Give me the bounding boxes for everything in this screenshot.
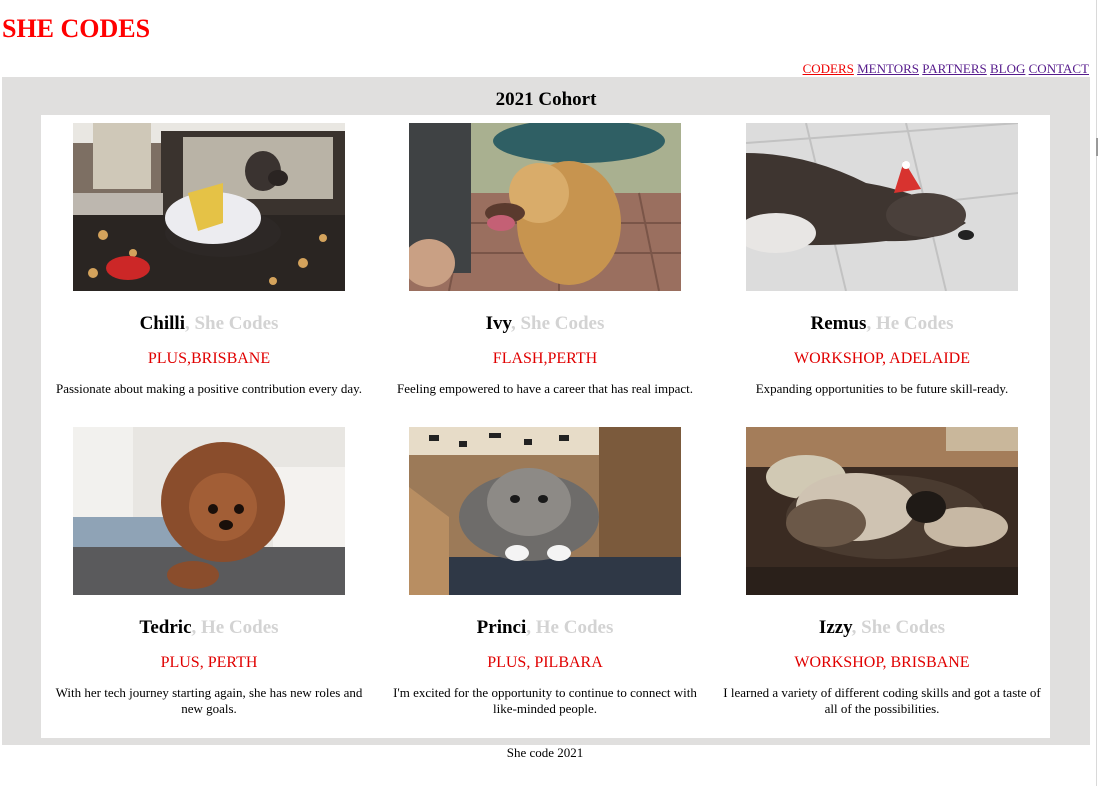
coder-card: Princi, He Codes PLUS, PILBARA I'm excit… xyxy=(377,427,713,717)
coder-location: PLUS, PERTH xyxy=(160,654,258,671)
coder-tag: , She Codes xyxy=(510,313,605,334)
coder-location: PLUS,BRISBANE xyxy=(147,350,271,367)
coder-tag: , She Codes xyxy=(184,313,279,334)
coder-location: FLASH,PERTH xyxy=(492,350,598,367)
coder-name: Chilli xyxy=(139,313,185,334)
site-logo[interactable]: SHE CODES xyxy=(2,14,150,44)
coder-name: Remus xyxy=(810,313,867,334)
coder-photo-dog-lying-down xyxy=(746,123,1018,291)
nav-link-mentors[interactable]: MENTORS xyxy=(857,61,919,76)
nav-link-coders[interactable]: CODERS xyxy=(803,61,854,76)
coder-heading: Chilli, She Codes xyxy=(41,313,377,335)
coder-photo-dog-with-hat xyxy=(409,123,681,291)
coder-location: WORKSHOP, ADELAIDE xyxy=(794,350,970,367)
coder-name: Izzy xyxy=(818,617,852,638)
coder-grid: Chilli, She Codes PLUS,BRISBANE Passiona… xyxy=(41,115,1050,738)
nav-link-blog[interactable]: BLOG xyxy=(990,61,1025,76)
cohort-section: 2021 Cohort Chilli, She Codes PLUS,BRISB… xyxy=(2,77,1090,745)
page-footer: She code 2021 xyxy=(506,745,584,760)
coder-name: Princi xyxy=(476,617,527,638)
coder-photo-dog-in-sweater xyxy=(73,123,345,291)
coder-heading: Izzy, She Codes xyxy=(714,617,1050,639)
coder-photo-poodle-on-couch xyxy=(73,427,345,595)
coder-description: Feeling empowered to have a career that … xyxy=(397,381,693,396)
coder-card: Tedric, He Codes PLUS, PERTH With her te… xyxy=(41,427,377,717)
coder-heading: Ivy, She Codes xyxy=(377,313,713,335)
coder-photo-cat-in-box xyxy=(409,427,681,595)
coder-location: WORKSHOP, BRISBANE xyxy=(794,654,970,671)
coder-tag: , He Codes xyxy=(191,617,279,638)
coder-card: Ivy, She Codes FLASH,PERTH Feeling empow… xyxy=(377,123,713,397)
coder-tag: , She Codes xyxy=(851,617,946,638)
coder-name: Tedric xyxy=(139,617,192,638)
main-nav: CODERS MENTORS PARTNERS BLOG CONTACT xyxy=(803,61,1089,77)
page-scrollbar[interactable] xyxy=(1096,0,1097,786)
coder-card: Izzy, She Codes WORKSHOP, BRISBANE I lea… xyxy=(714,427,1050,717)
coder-card: Chilli, She Codes PLUS,BRISBANE Passiona… xyxy=(41,123,377,397)
coder-heading: Princi, He Codes xyxy=(377,617,713,639)
coder-tag: , He Codes xyxy=(526,617,614,638)
coder-location: PLUS, PILBARA xyxy=(487,654,603,671)
coder-description: Passionate about making a positive contr… xyxy=(55,381,363,396)
coder-card: Remus, He Codes WORKSHOP, ADELAIDE Expan… xyxy=(714,123,1050,397)
coder-heading: Tedric, He Codes xyxy=(41,617,377,639)
coder-description: Expanding opportunities to be future ski… xyxy=(755,381,1009,396)
coder-heading: Remus, He Codes xyxy=(714,313,1050,335)
nav-link-partners[interactable]: PARTNERS xyxy=(922,61,987,76)
coder-name: Ivy xyxy=(485,313,511,334)
coder-description: I learned a variety of different coding … xyxy=(723,685,1041,716)
coder-description: I'm excited for the opportunity to conti… xyxy=(393,685,697,716)
coder-tag: , He Codes xyxy=(866,313,954,334)
coder-description: With her tech journey starting again, sh… xyxy=(55,685,363,716)
coder-photo-schnauzer-on-sofa xyxy=(746,427,1018,595)
cohort-title: 2021 Cohort xyxy=(495,89,597,110)
nav-link-contact[interactable]: CONTACT xyxy=(1029,61,1089,76)
